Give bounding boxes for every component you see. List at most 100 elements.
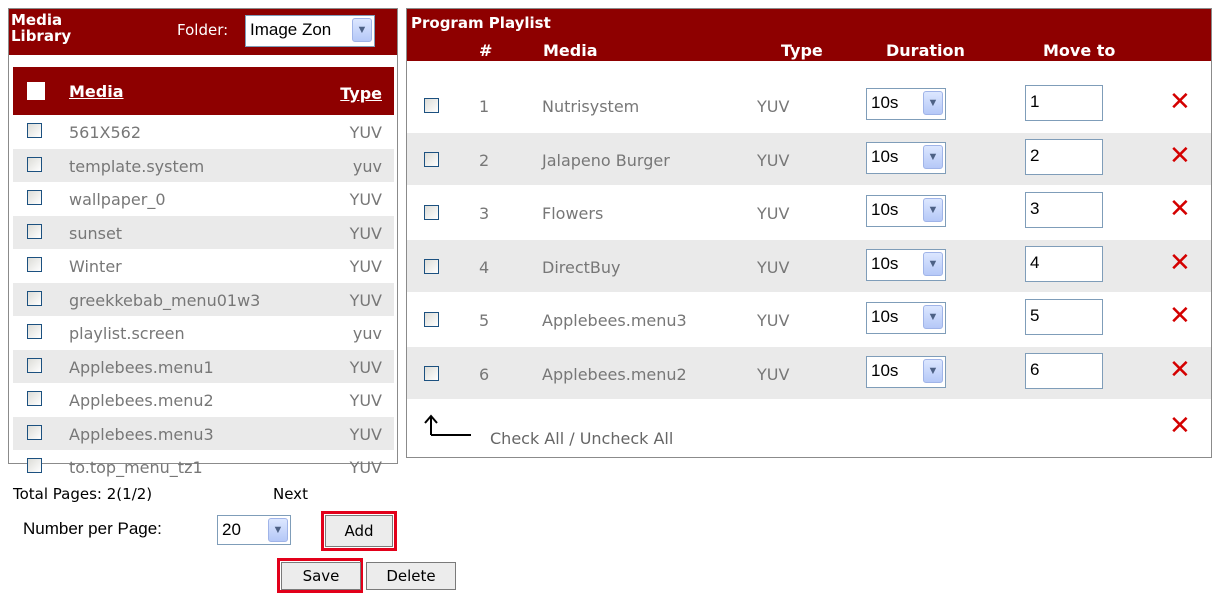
playlist-title: Program Playlist xyxy=(411,14,551,32)
move-to-input[interactable]: 6 xyxy=(1025,352,1103,389)
library-row: template.system yuv xyxy=(13,148,394,182)
media-library-panel: Media Library Folder: Image Zon ▼ Media … xyxy=(8,8,398,551)
row-checkbox[interactable] xyxy=(424,151,439,167)
save-button[interactable]: Save xyxy=(281,562,361,590)
delete-icon[interactable]: ✕ xyxy=(1169,196,1191,222)
sort-type-link[interactable]: Type xyxy=(340,84,382,103)
media-type: yuv xyxy=(352,156,382,176)
move-to-input[interactable]: 2 xyxy=(1025,138,1103,175)
media-name: Flowers xyxy=(542,204,604,223)
chevron-down-icon[interactable]: ▼ xyxy=(352,18,372,42)
row-checkbox[interactable] xyxy=(424,312,439,327)
move-to-input[interactable]: 1 xyxy=(1025,85,1103,121)
media-name: Nutrisystem xyxy=(542,97,640,116)
row-checkbox[interactable] xyxy=(27,123,42,138)
duration-select[interactable]: 10s ▼ xyxy=(866,141,946,174)
delete-icon[interactable]: ✕ xyxy=(1169,143,1191,169)
media-library-column-header: Media Type xyxy=(13,67,394,115)
library-row: greekkebab_menu01w3 YUV xyxy=(13,282,394,316)
duration-select[interactable]: 10s ▼ xyxy=(866,302,946,334)
move-to-input[interactable]: 3 xyxy=(1025,192,1103,228)
media-name: Applebees.menu3 xyxy=(69,424,214,444)
media-type: YUV xyxy=(349,190,382,209)
media-name: Applebees.menu2 xyxy=(542,364,687,384)
media-type: YUV xyxy=(349,357,382,377)
row-checkbox[interactable] xyxy=(27,424,42,440)
media-name: playlist.screen xyxy=(69,324,185,343)
media-library-title: Media Library xyxy=(11,11,72,45)
check-all-link[interactable]: Check All / Uncheck All xyxy=(490,429,673,448)
row-number: 3 xyxy=(479,204,490,223)
media-type: YUV xyxy=(349,223,382,243)
row-checkbox[interactable] xyxy=(424,205,439,220)
row-checkbox[interactable] xyxy=(27,324,42,339)
row-checkbox[interactable] xyxy=(424,365,439,381)
playlist-row: 4 DirectBuy YUV 10s ▼ 4 ✕ xyxy=(407,239,1211,292)
chevron-down-icon[interactable]: ▼ xyxy=(923,305,943,329)
delete-icon[interactable]: ✕ xyxy=(1169,250,1191,276)
media-type: YUV xyxy=(757,364,790,384)
row-checkbox[interactable] xyxy=(424,258,439,274)
media-name: Applebees.menu2 xyxy=(69,391,214,410)
duration-value: 10s xyxy=(871,253,899,273)
media-type: YUV xyxy=(349,257,382,276)
chevron-down-icon[interactable]: ▼ xyxy=(923,91,943,115)
media-type: YUV xyxy=(757,150,790,170)
row-number: 6 xyxy=(479,364,490,384)
sort-media-link[interactable]: Media xyxy=(69,82,124,101)
row-checkbox[interactable] xyxy=(27,458,42,473)
chevron-down-icon[interactable]: ▼ xyxy=(923,198,943,222)
row-checkbox[interactable] xyxy=(27,290,42,306)
delete-icon[interactable]: ✕ xyxy=(1169,303,1191,329)
select-all-checkbox[interactable] xyxy=(27,82,45,100)
row-checkbox[interactable] xyxy=(27,190,42,205)
duration-select[interactable]: 10s ▼ xyxy=(866,88,946,120)
row-checkbox[interactable] xyxy=(424,98,439,113)
media-type: YUV xyxy=(349,123,382,142)
row-checkbox[interactable] xyxy=(27,223,42,239)
move-to-input[interactable]: 5 xyxy=(1025,299,1103,335)
library-row: Applebees.menu1 YUV xyxy=(13,349,394,383)
duration-select[interactable]: 10s ▼ xyxy=(866,248,946,281)
duration-value: 10s xyxy=(871,360,899,380)
row-number: 4 xyxy=(479,257,490,277)
row-checkbox[interactable] xyxy=(27,391,42,406)
library-row: sunset YUV xyxy=(13,215,394,249)
chevron-down-icon[interactable]: ▼ xyxy=(923,144,943,169)
media-name: Jalapeno Burger xyxy=(542,150,670,170)
library-row: Applebees.menu2 YUV xyxy=(13,383,394,416)
row-number: 2 xyxy=(479,150,490,170)
library-row: Applebees.menu3 YUV xyxy=(13,416,394,450)
delete-button[interactable]: Delete xyxy=(366,562,456,590)
duration-select[interactable]: 10s ▼ xyxy=(866,355,946,388)
folder-select[interactable]: Image Zon ▼ xyxy=(245,15,375,47)
move-to-input[interactable]: 4 xyxy=(1025,245,1103,282)
duration-value: 10s xyxy=(871,200,899,219)
next-page-link[interactable]: Next xyxy=(273,485,308,503)
duration-select[interactable]: 10s ▼ xyxy=(866,195,946,227)
duration-value: 10s xyxy=(871,93,899,112)
duration-value: 10s xyxy=(871,307,899,326)
chevron-down-icon[interactable]: ▼ xyxy=(923,358,943,383)
row-checkbox[interactable] xyxy=(27,257,42,272)
total-pages-text: Total Pages: 2(1/2) xyxy=(13,485,153,503)
row-number: 1 xyxy=(479,97,490,116)
per-page-select[interactable]: 20 ▼ xyxy=(217,515,291,545)
row-checkbox[interactable] xyxy=(27,357,42,373)
duration-value: 10s xyxy=(871,146,899,166)
delete-icon[interactable]: ✕ xyxy=(1169,89,1191,115)
row-checkbox[interactable] xyxy=(27,156,42,172)
media-name: to.top_menu_tz1 xyxy=(69,458,203,477)
media-name: sunset xyxy=(69,223,123,243)
delete-icon[interactable]: ✕ xyxy=(1169,357,1191,383)
add-button[interactable]: Add xyxy=(325,515,393,547)
media-name: Applebees.menu3 xyxy=(542,311,687,330)
per-page-value: 20 xyxy=(222,520,241,539)
media-type: YUV xyxy=(349,458,382,477)
chevron-down-icon[interactable]: ▼ xyxy=(268,518,288,542)
program-playlist-panel: Program Playlist # Media Type Duration M… xyxy=(406,8,1212,458)
chevron-down-icon[interactable]: ▼ xyxy=(923,251,943,276)
playlist-row: 3 Flowers YUV 10s ▼ 3 ✕ xyxy=(407,186,1211,238)
delete-all-icon[interactable]: ✕ xyxy=(1169,413,1191,439)
media-library-header: Media Library Folder: Image Zon ▼ xyxy=(9,9,397,55)
